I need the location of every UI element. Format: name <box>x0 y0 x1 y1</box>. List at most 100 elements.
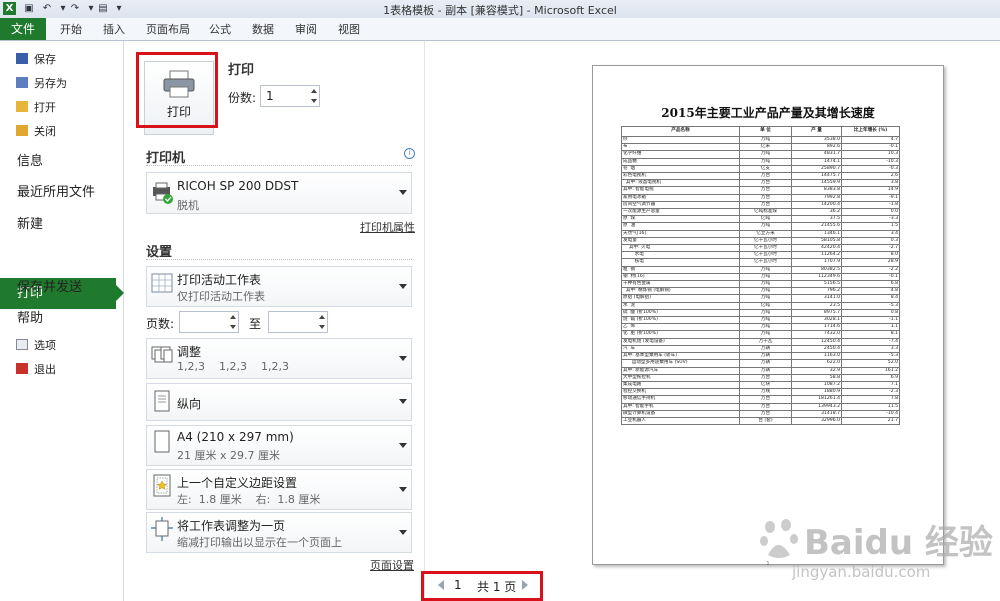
preview-table-cell: 32.9 <box>791 366 842 375</box>
pages-to-stepper[interactable] <box>268 311 328 333</box>
preview-table-cell: 发电量 <box>621 236 740 246</box>
preview-table-cell: 万吨 <box>739 323 792 332</box>
preview-table-row: 卷 烟亿支 25890.7 -0.3 <box>621 164 900 174</box>
stepper-down-icon[interactable] <box>319 325 325 329</box>
nav-exit[interactable]: 退出 <box>16 361 56 377</box>
preview-table-cell: 21455.6 <box>791 222 842 231</box>
preview-table-cell: 2.6 <box>841 172 900 181</box>
preview-table-cell: 万吨 <box>739 272 792 282</box>
preview-table: 产品名称单 位产 量比上年增长 (%) 纱万吨 3538.0 4.7 布亿米 892.6… <box>621 126 900 426</box>
tab-page-layout[interactable]: 页面布局 <box>146 21 190 37</box>
preview-table-cell: 1714.6 <box>791 323 842 332</box>
nav-save[interactable]: 保存 <box>16 51 56 67</box>
preview-table-cell: 彩色电视机 <box>621 172 740 181</box>
print-what-dropdown[interactable]: 打印活动工作表 仅打印活动工作表 <box>146 266 412 307</box>
preview-table-cell: 布 <box>621 143 740 152</box>
preview-table-cell: 一次能源生产总量 <box>621 208 740 217</box>
preview-table-cell: 0.8 <box>841 308 900 318</box>
preview-table-cell: 3.4 <box>841 229 900 238</box>
preview-table-cell: 亿米 <box>739 143 792 152</box>
preview-table-row: 程控交换机 万线 1880.9 -2.3 <box>621 388 900 397</box>
preview-table-cell: 原 煤 <box>621 215 740 224</box>
preview-table-cell: 运动型多用途乘用车 (SUV) <box>621 359 740 368</box>
tab-data[interactable]: 数据 <box>252 21 274 37</box>
copies-stepper[interactable]: 1 <box>260 85 320 107</box>
nav-save-as[interactable]: 另存为 <box>16 75 67 91</box>
preview-table-cell: 成品糖 <box>621 157 740 166</box>
info-icon[interactable]: i <box>404 148 415 159</box>
preview-table-cell: 亿千瓦小时 <box>739 251 792 260</box>
stepper-down-icon[interactable] <box>230 325 236 329</box>
printer-dropdown[interactable]: RICOH SP 200 DDST 脱机 <box>146 172 412 214</box>
nav-save-as-label: 另存为 <box>34 77 67 90</box>
preview-table-cell: 28.9 <box>841 258 900 267</box>
preview-table-cell: 汽 车 <box>621 344 740 354</box>
folder-open-icon <box>16 101 28 112</box>
tab-view[interactable]: 视图 <box>338 21 360 37</box>
preview-table-cell: -2.7 <box>841 244 900 253</box>
preview-table-row: 家用电冰箱 万台 7992.8 -9.1 <box>621 193 900 202</box>
preview-table-cell: 3.8 <box>841 179 900 188</box>
dropdown-arrow-icon <box>399 529 407 535</box>
preview-table-cell: 其中: 液晶电视机 <box>621 179 740 188</box>
preview-table-cell: 万吨 <box>739 330 792 339</box>
preview-table-cell: 亿支 <box>739 164 792 174</box>
tab-insert[interactable]: 插入 <box>103 21 125 37</box>
nav-help[interactable]: 帮助 <box>17 307 43 326</box>
collate-icon <box>151 346 173 363</box>
pages-from-stepper[interactable] <box>179 311 239 333</box>
preview-table-row: 乙 烯万吨 1714.6 1.1 <box>621 323 900 332</box>
tab-formulas[interactable]: 公式 <box>209 21 231 37</box>
preview-table-cell: 硫 酸 (折100%) <box>621 308 740 318</box>
margins-icon <box>153 474 171 497</box>
dropdown-arrow-icon <box>399 190 407 195</box>
printer-properties-link[interactable]: 打印机属性 <box>360 219 415 235</box>
preview-table-row: 原 油万吨 21455.6 1.5 <box>621 222 900 231</box>
stepper-up-icon[interactable] <box>230 315 236 319</box>
preview-table-cell: 4.7 <box>841 135 900 145</box>
preview-table-cell: 5156.5 <box>791 280 842 289</box>
stepper-down-icon[interactable] <box>311 99 317 103</box>
nav-open[interactable]: 打开 <box>16 99 56 115</box>
window-title: 1表格模板 - 副本 [兼容模式] - Microsoft Excel <box>383 4 617 17</box>
nav-save-send[interactable]: 保存并发送 <box>17 276 82 295</box>
preview-table-cell: 亿立方米 <box>739 229 792 238</box>
paper-size-dropdown[interactable]: A4 (210 x 297 mm) 21 厘米 x 29.7 厘米 <box>146 425 412 466</box>
preview-table-row: 成品糖 万吨 1474.1 -10.3 <box>621 157 900 166</box>
margins-dropdown[interactable]: 上一个自定义边距设置 左: 1.8 厘米 右: 1.8 厘米 <box>146 469 412 510</box>
preview-table-cell: 139943.2 <box>791 402 842 411</box>
collate-dropdown[interactable]: 调整 1,2,3 1,2,3 1,2,3 <box>146 338 412 379</box>
preview-table-cell: 8.0 <box>841 251 900 260</box>
collate-sub: 1,2,3 1,2,3 1,2,3 <box>177 360 289 373</box>
scaling-dropdown[interactable]: 将工作表调整为一页 缩减打印输出以显示在一个页面上 <box>146 512 412 553</box>
tab-file[interactable]: 文件 <box>0 18 46 40</box>
preview-table-cell: 4.8 <box>841 287 900 296</box>
preview-table-row: 化 肥 (折100%) 万吨 7432.0 8.1 <box>621 330 900 339</box>
nav-close[interactable]: 关闭 <box>16 123 56 139</box>
stepper-up-icon[interactable] <box>319 315 325 319</box>
preview-table-cell: 天然气[16] <box>621 229 740 238</box>
pages-label: 页数: <box>146 317 175 331</box>
nav-close-label: 关闭 <box>34 125 56 138</box>
nav-info[interactable]: 信息 <box>17 150 43 169</box>
nav-new[interactable]: 新建 <box>17 213 43 232</box>
highlight-print-button <box>136 52 218 128</box>
nav-recent[interactable]: 最近所用文件 <box>17 181 95 200</box>
nav-options[interactable]: 选项 <box>16 337 56 353</box>
preview-table-row: 烧 碱 (折100%) 万吨 3028.1 -1.1 <box>621 316 900 325</box>
preview-table-cell: 万辆 <box>739 352 792 361</box>
page-setup-link[interactable]: 页面设置 <box>370 557 414 573</box>
watermark-url: jingyan.baidu.com <box>792 563 931 581</box>
tab-review[interactable]: 审阅 <box>295 21 317 37</box>
tab-home[interactable]: 开始 <box>60 21 82 37</box>
preview-table-row: 发电机组 (发电设备) 万千瓦 12450.4 -7.4 <box>621 337 900 346</box>
preview-table-row: 运动型多用途乘用车 (SUV) 万辆 622.0 52.0 <box>621 359 900 368</box>
preview-table-cell: 原铝 (电解铝) <box>621 294 740 303</box>
preview-table-row: 核电 亿千瓦小时 1707.9 28.9 <box>621 258 900 267</box>
preview-table-row: 水电 亿千瓦小时 11264.2 8.0 <box>621 251 900 260</box>
stepper-up-icon[interactable] <box>311 89 317 93</box>
orientation-dropdown[interactable]: 纵向 <box>146 383 412 421</box>
preview-table-cell: -0.1 <box>841 143 900 152</box>
preview-table-cell: -1.8 <box>841 200 900 210</box>
preview-table-cell: 万台 <box>739 200 792 210</box>
